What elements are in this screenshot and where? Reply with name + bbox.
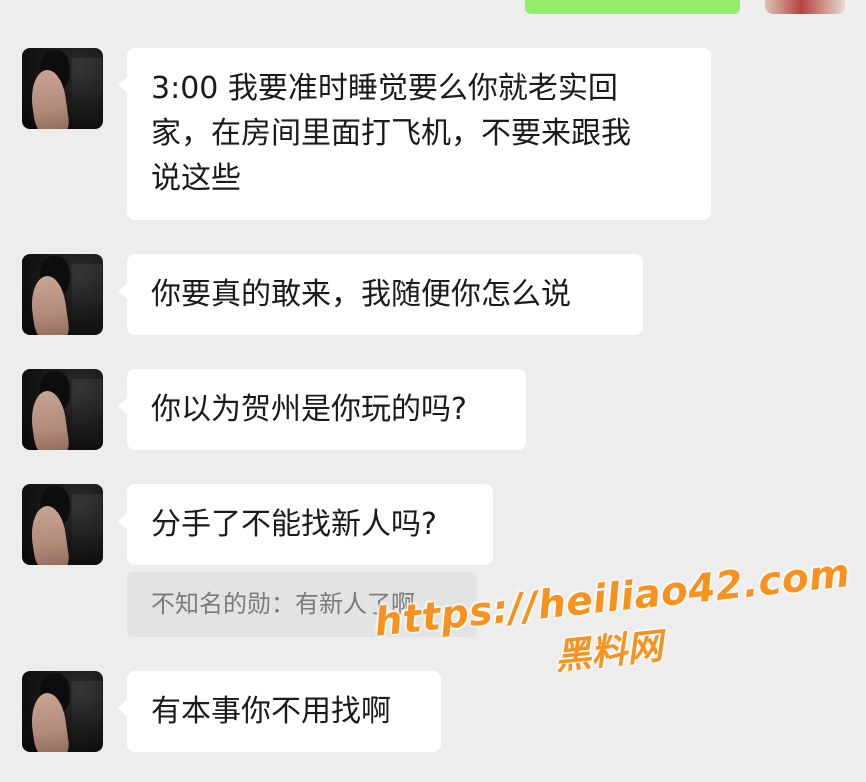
contact-avatar[interactable] <box>22 254 103 335</box>
message-bubble[interactable]: 3:00 我要准时睡觉要么你就老实回 家，在房间里面打飞机，不要来跟我 说这些 <box>118 48 711 220</box>
message-text: 分手了不能找新人吗? <box>151 507 437 542</box>
message-text: 有本事你不用找啊 <box>151 694 391 729</box>
contact-avatar[interactable] <box>22 484 103 565</box>
message-bubble[interactable]: 你以为贺州是你玩的吗? <box>118 369 526 450</box>
contact-avatar[interactable] <box>22 369 103 450</box>
message-bubble[interactable]: 你要真的敢来，我随便你怎么说 <box>118 254 643 335</box>
self-avatar[interactable] <box>765 0 845 14</box>
contact-avatar[interactable] <box>22 48 103 129</box>
outgoing-message-bubble[interactable] <box>525 0 740 14</box>
message-text-line: 3:00 我要准时睡觉要么你就老实回 <box>151 71 618 106</box>
message-text: 你要真的敢来，我随便你怎么说 <box>151 277 571 312</box>
message-text: 你以为贺州是你玩的吗? <box>151 392 467 427</box>
contact-avatar[interactable] <box>22 671 103 752</box>
message-text-line: 家，在房间里面打飞机，不要来跟我 <box>151 116 631 151</box>
message-bubble[interactable]: 分手了不能找新人吗? <box>118 484 493 565</box>
message-text-line: 说这些 <box>151 161 241 196</box>
